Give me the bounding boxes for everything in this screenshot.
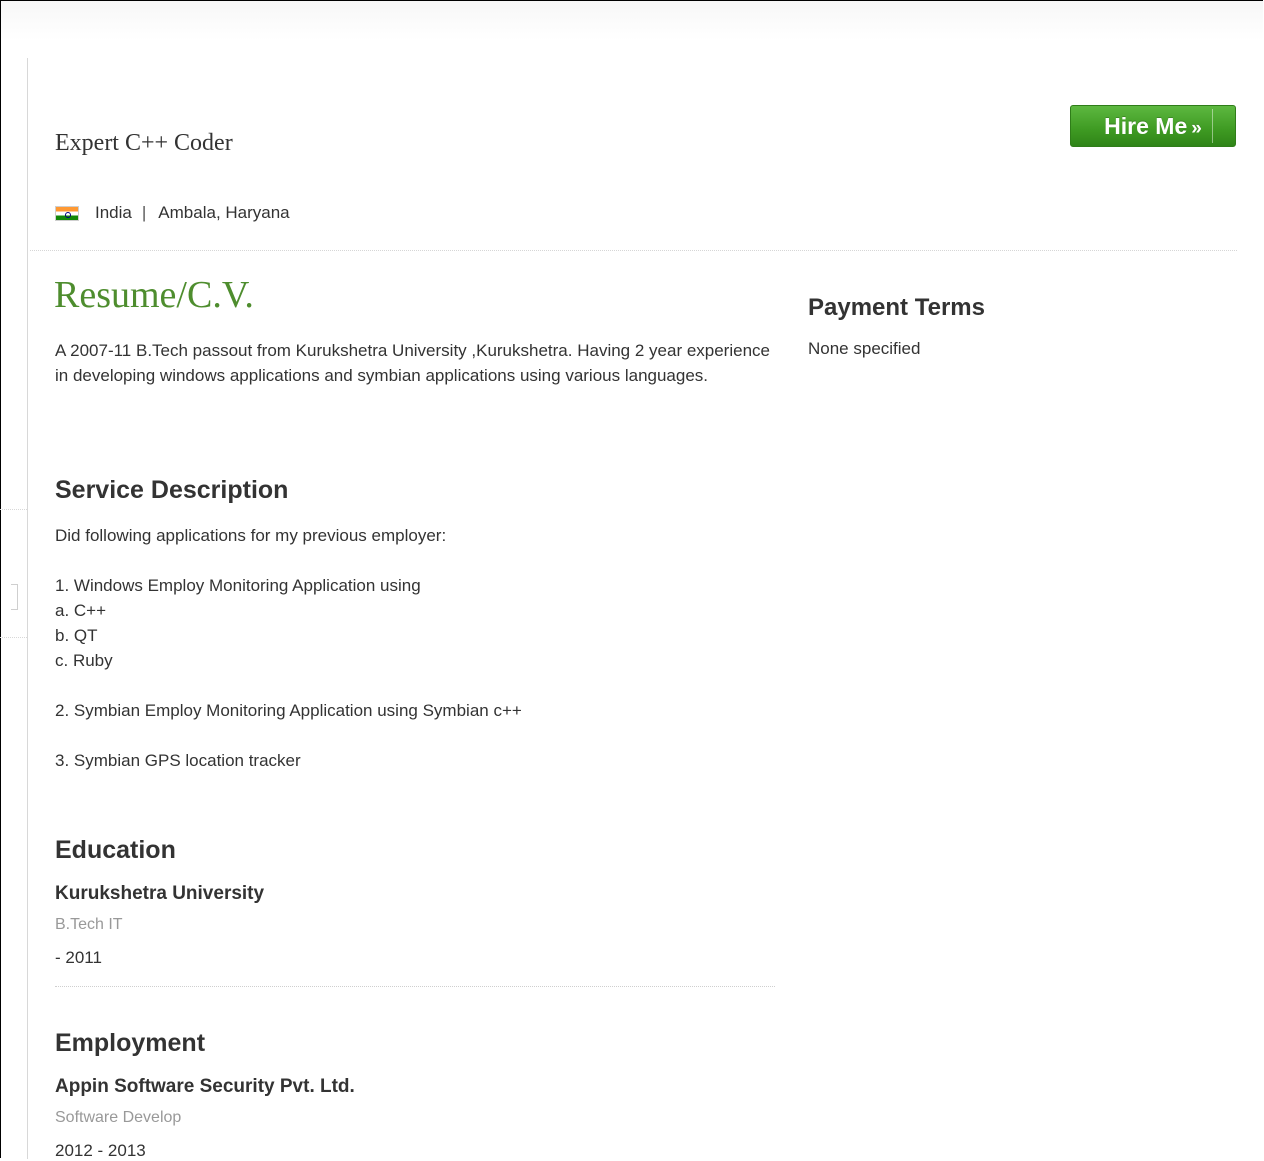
service-line: 3. Symbian GPS location tracker [55,751,301,770]
service-line: Did following applications for my previo… [55,526,447,545]
employment-dates: 2012 - 2013 [55,1141,146,1160]
education-degree: B.Tech IT [55,916,123,933]
left-sidebar-divider [0,637,27,638]
service-line: 1. Windows Employ Monitoring Application… [55,576,421,595]
india-flag-icon [55,205,79,221]
location-city: Ambala, Haryana [158,203,290,222]
service-line [55,673,522,698]
education-dates: - 2011 [55,948,102,967]
profile-location: India | Ambala, Haryana [55,203,290,223]
service-line: a. C++ [55,601,107,620]
service-line [55,548,522,573]
location-country: India [95,203,132,222]
employment-company: Appin Software Security Pvt. Ltd. [55,1076,355,1097]
education-institution: Kurukshetra University [55,883,265,904]
education-heading: Education [55,836,176,864]
double-chevron-right-icon: » [1191,118,1202,139]
left-sidebar-divider [0,509,27,510]
payment-terms-heading: Payment Terms [808,294,985,321]
employment-heading: Employment [55,1029,206,1057]
employment-role: Software Develop [55,1109,182,1126]
location-separator: | [141,203,147,222]
payment-terms-text: None specified [808,339,921,358]
button-edge [1212,109,1213,143]
hire-me-button[interactable]: Hire Me» [1070,105,1236,147]
profile-title: Expert C++ Coder [55,130,233,156]
service-line [55,723,522,748]
hire-me-label: Hire Me [1104,113,1188,139]
service-line: 2. Symbian Employ Monitoring Application… [55,701,522,720]
service-line: b. QT [55,626,98,645]
service-description-heading: Service Description [55,476,289,504]
education-divider [55,986,775,987]
resume-summary: A 2007-11 B.Tech passout from Kurukshetr… [55,341,770,385]
left-sidebar-tab[interactable] [11,584,18,610]
service-description-text: Did following applications for my previo… [55,523,522,773]
resume-heading: Resume/C.V. [54,274,254,316]
header-divider [30,250,1237,251]
service-line: c. Ruby [55,651,113,670]
left-sidebar-border [27,58,28,1159]
